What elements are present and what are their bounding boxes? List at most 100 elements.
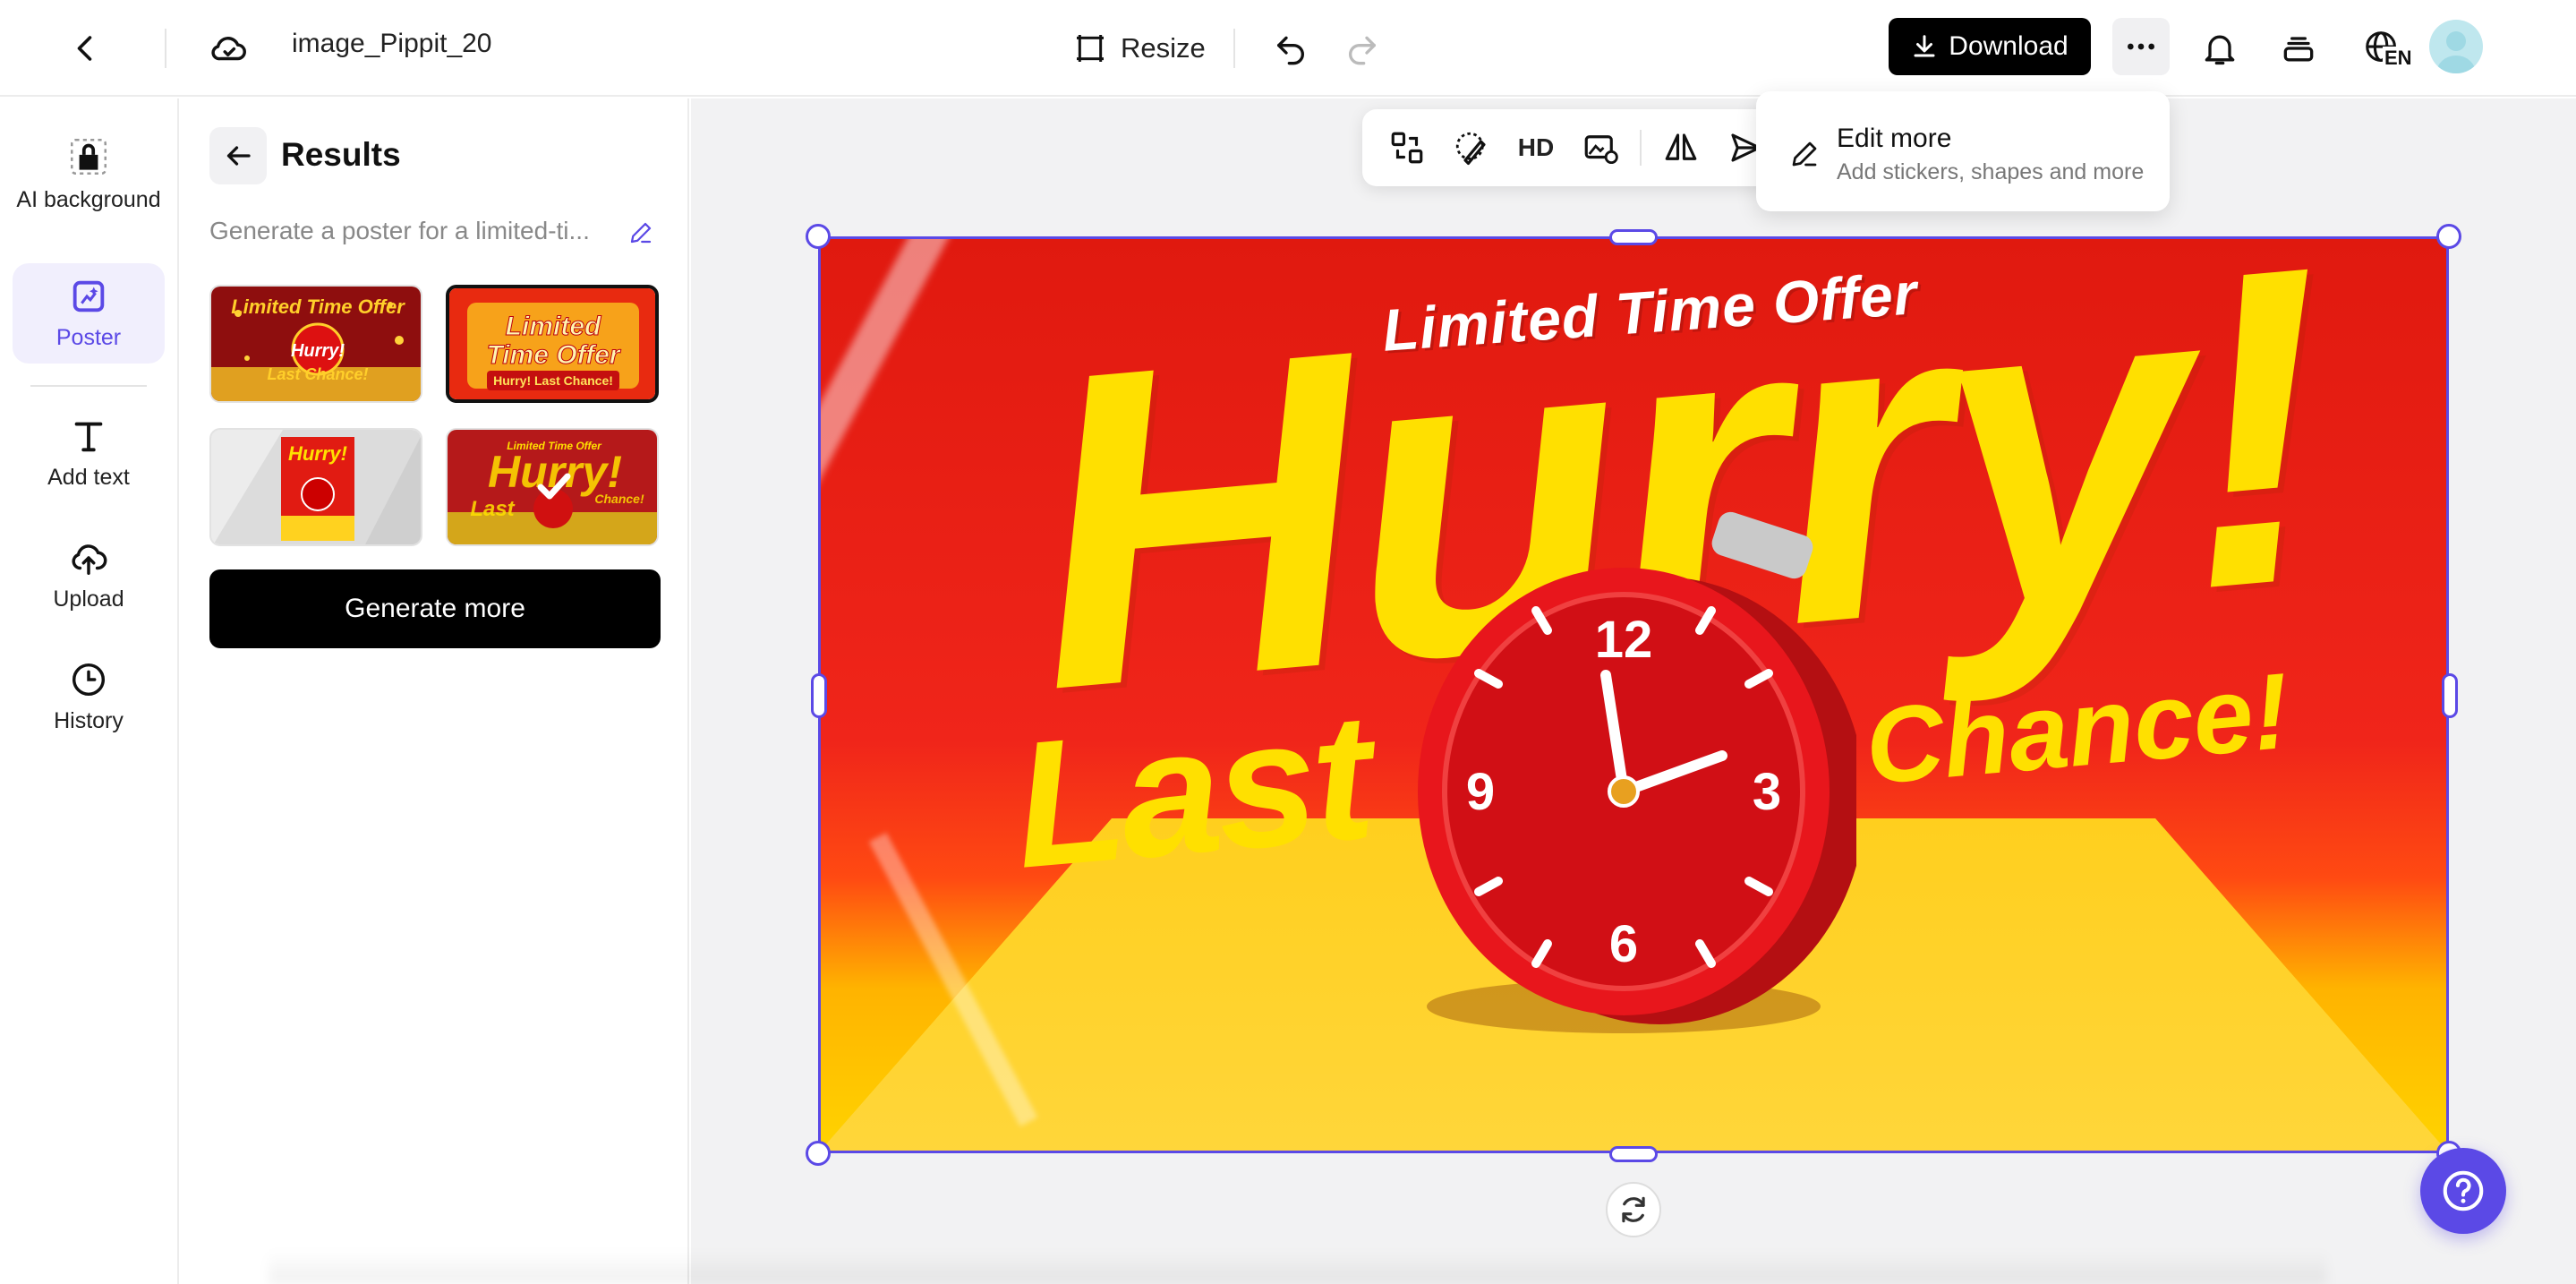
generate-more-button[interactable]: Generate more (209, 569, 661, 648)
layers-icon (2283, 37, 2314, 62)
file-name[interactable]: image_Pippit_20 (292, 29, 492, 59)
language-code: EN (2383, 47, 2414, 70)
rail-item-label: Poster (55, 325, 122, 350)
resize-handle-bottom-left[interactable] (806, 1141, 831, 1166)
more-horizontal-icon (2128, 43, 2154, 50)
rail-item-poster[interactable]: Poster (13, 263, 165, 364)
poster-thumbnail-image: Limited Time Offer Hurry! Last Chance! (448, 430, 657, 544)
replace-image-button[interactable] (1572, 119, 1629, 176)
rail-item-upload[interactable]: Upload (13, 525, 165, 625)
bag-icon (71, 139, 107, 175)
clock-icon (72, 663, 106, 697)
upload-cloud-icon (72, 544, 107, 575)
rail-item-add-text[interactable]: Add text (13, 403, 165, 503)
results-panel: Results Generate a poster for a limited-… (181, 98, 689, 1284)
edit-more-subtitle: Add stickers, shapes and more (1837, 159, 2145, 184)
crop-swap-icon (1391, 132, 1423, 164)
text-icon (74, 422, 103, 452)
rail-item-label: Upload (53, 586, 124, 612)
svg-text:Last Chance!: Last Chance! (267, 365, 368, 383)
poster-icon (73, 280, 105, 312)
rail-item-ai-background[interactable]: AI background (13, 122, 165, 226)
flip-horizontal-icon (1665, 133, 1697, 160)
svg-text:9: 9 (1466, 763, 1495, 821)
resize-icon (1077, 35, 1104, 62)
rail-item-label: Add text (47, 465, 130, 490)
undo-icon (1277, 36, 1304, 65)
rail-item-label: AI background (16, 187, 161, 212)
resize-handle-right[interactable] (2442, 673, 2458, 718)
magic-brush-icon (1455, 132, 1486, 166)
svg-text:Hurry!: Hurry! (288, 442, 347, 465)
svg-text:Hurry!: Hurry! (291, 341, 345, 361)
rail-item-label: History (54, 708, 124, 733)
svg-text:Hurry! Last Chance!: Hurry! Last Chance! (493, 373, 613, 388)
redo-button[interactable] (1334, 20, 1391, 77)
edit-more-title: Edit more (1837, 124, 1952, 153)
resize-label: Resize (1121, 32, 1206, 64)
rail-divider (30, 385, 147, 387)
results-back-button[interactable] (209, 127, 267, 184)
edit-prompt-button[interactable] (623, 215, 659, 251)
flip-button[interactable] (1652, 119, 1710, 176)
svg-text:Limited Time Offer: Limited Time Offer (231, 295, 405, 318)
more-options-button[interactable] (2112, 18, 2170, 75)
top-bar: image_Pippit_20 Resize Download EN (0, 0, 2576, 97)
poster-canvas[interactable]: Hurry! Limited Time Offer Last Chance! 1… (818, 236, 2449, 1153)
rotate-icon (1622, 1196, 1645, 1223)
divider (1233, 29, 1235, 68)
image-refresh-icon (1584, 135, 1618, 165)
resize-handle-top-left[interactable] (806, 224, 831, 249)
back-button[interactable] (54, 20, 118, 77)
redo-icon (1349, 36, 1376, 65)
svg-text:Chance!: Chance! (594, 492, 644, 506)
svg-text:Last: Last (470, 497, 515, 521)
language-button[interactable]: EN (2350, 20, 2415, 77)
result-thumbnail[interactable]: Limited Time Offer Hurry! Last Chance! (446, 285, 659, 403)
hd-upscale-button[interactable]: HD (1507, 119, 1565, 176)
result-thumbnail[interactable]: Hurry! (209, 428, 422, 546)
svg-text:Limited: Limited (506, 312, 601, 341)
resize-handle-bottom[interactable] (1609, 1146, 1658, 1162)
chevron-left-icon (77, 36, 92, 61)
magic-eraser-button[interactable] (1443, 119, 1500, 176)
smart-crop-button[interactable] (1378, 119, 1436, 176)
pencil-icon (1792, 141, 1817, 167)
rail-item-history[interactable]: History (13, 646, 165, 747)
edit-more-item[interactable]: Edit more Add stickers, shapes and more (1756, 91, 2170, 211)
undo-button[interactable] (1262, 20, 1319, 77)
cloud-check-icon (211, 37, 246, 61)
resize-handle-top[interactable] (1609, 229, 1658, 245)
svg-text:12: 12 (1595, 611, 1653, 669)
help-button[interactable] (2420, 1148, 2506, 1234)
poster-thumbnail-image: Limited Time Offer Hurry! Last Chance! (449, 288, 655, 399)
more-options-dropdown: Edit more Add stickers, shapes and more (1756, 91, 2170, 211)
download-label: Download (1949, 31, 2068, 61)
result-thumbnail[interactable]: Limited Time Offer Hurry! Last Chance! (446, 428, 659, 546)
bottom-shadow (269, 1250, 2327, 1284)
left-rail: AI background Poster Add text Upload His… (0, 98, 179, 1284)
resize-handle-top-right[interactable] (2436, 224, 2461, 249)
resize-handle-left[interactable] (811, 673, 827, 718)
svg-text:Time Offer: Time Offer (487, 340, 622, 370)
poster-last-text: Last (1006, 676, 1378, 906)
user-avatar-icon (2436, 31, 2476, 73)
poster-light-beam (818, 236, 964, 495)
rotate-button[interactable] (1606, 1182, 1661, 1237)
notifications-button[interactable] (2191, 20, 2248, 77)
poster-thumbnail-image: Hurry! (211, 430, 421, 544)
poster-thumbnail-image: Limited Time Offer Hurry! Last Chance! (211, 287, 421, 401)
download-button[interactable]: Download (1889, 18, 2091, 75)
prompt-text: Generate a poster for a limited-ti... (209, 217, 590, 244)
resize-button[interactable]: Resize (1062, 18, 1216, 79)
alarm-clock-illustration: 12 3 6 9 (1418, 511, 1856, 1033)
svg-text:3: 3 (1753, 763, 1781, 821)
arrow-left-icon (226, 146, 251, 166)
avatar[interactable] (2429, 20, 2483, 73)
image-toolbar: HD (1362, 109, 1783, 186)
svg-text:6: 6 (1609, 915, 1638, 973)
result-thumbnail[interactable]: Limited Time Offer Hurry! Last Chance! (209, 285, 422, 403)
layers-button[interactable] (2270, 20, 2327, 77)
download-icon (1914, 35, 1935, 57)
cloud-save-button[interactable] (197, 20, 261, 77)
